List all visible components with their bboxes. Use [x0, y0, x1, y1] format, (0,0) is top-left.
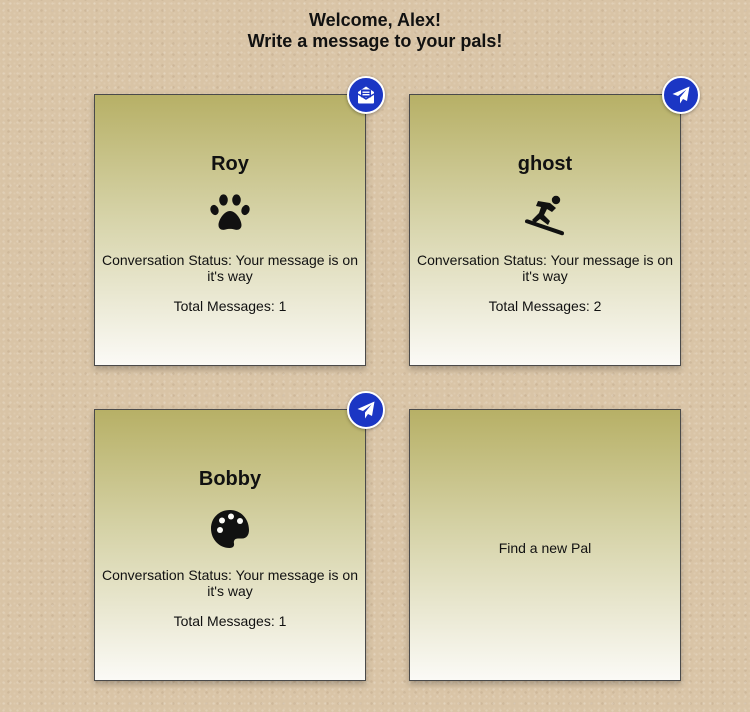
pal-name: Bobby — [198, 468, 262, 490]
total-messages: Total Messages: 2 — [488, 298, 602, 314]
find-new-pal-card[interactable]: Find a new Pal — [409, 409, 681, 681]
conversation-status: Conversation Status: Your message is on … — [101, 252, 359, 284]
pal-name: ghost — [517, 153, 573, 175]
envelope-open-button[interactable] — [347, 76, 385, 114]
conversation-status: Conversation Status: Your message is on … — [416, 252, 674, 284]
pal-name: Roy — [211, 153, 249, 175]
welcome-subtitle: Write a message to your pals! — [247, 31, 503, 51]
paper-plane-icon — [672, 86, 690, 104]
total-messages: Total Messages: 1 — [173, 298, 287, 314]
send-message-button[interactable] — [347, 391, 385, 429]
total-messages: Total Messages: 1 — [173, 613, 287, 629]
pal-card-ghost[interactable]: ghost Conversation Status: Your message … — [409, 94, 681, 366]
welcome-header: Welcome, Alex! Write a message to your p… — [0, 10, 750, 52]
snowboarding-icon — [410, 193, 680, 237]
conversation-status: Conversation Status: Your message is on … — [101, 567, 359, 599]
envelope-open-icon — [357, 86, 375, 104]
paper-plane-icon — [357, 401, 375, 419]
palette-icon — [95, 508, 365, 552]
find-new-pal-label: Find a new Pal — [498, 540, 592, 556]
welcome-title: Welcome, Alex! — [308, 10, 442, 30]
paw-icon — [95, 193, 365, 237]
pal-card-roy[interactable]: Roy Conversation Status: Your message is… — [94, 94, 366, 366]
pal-card-bobby[interactable]: Bobby Conversation Status: Your message … — [94, 409, 366, 681]
send-message-button[interactable] — [662, 76, 700, 114]
